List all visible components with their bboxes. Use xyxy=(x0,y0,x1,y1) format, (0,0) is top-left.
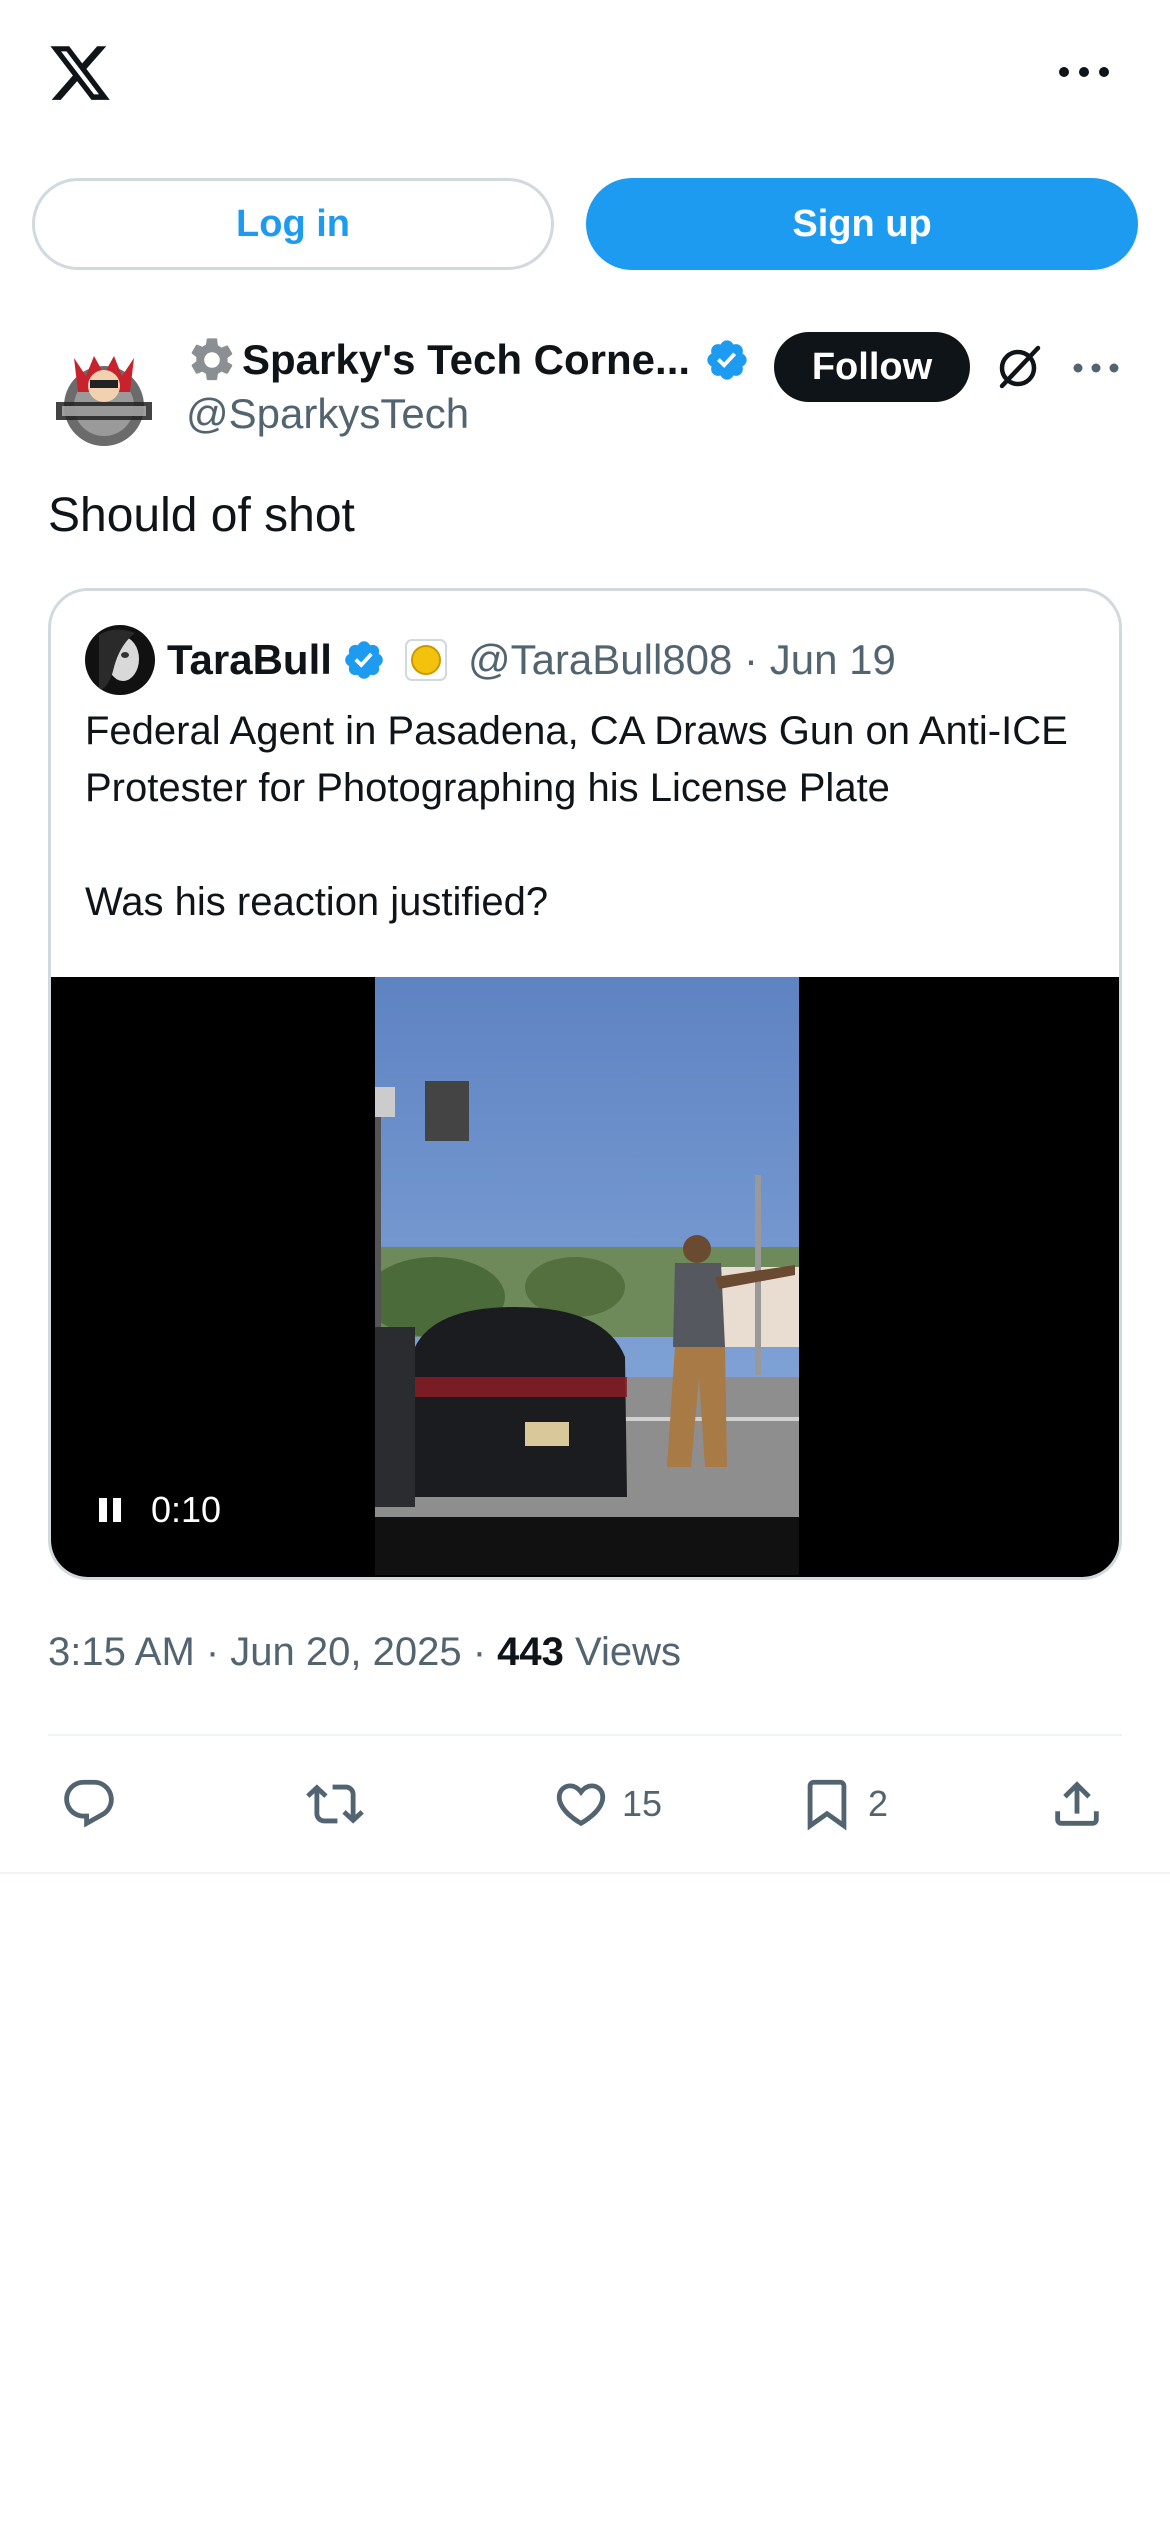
quoted-author-avatar[interactable] xyxy=(85,625,155,695)
action-bar: 15 2 xyxy=(0,1772,1170,1836)
post-more-icon[interactable] xyxy=(1072,356,1120,380)
video-player[interactable]: 0:10 xyxy=(51,977,1119,1577)
verified-badge-icon xyxy=(707,340,747,380)
affiliate-badge-icon xyxy=(404,639,447,681)
gear-icon xyxy=(191,338,233,381)
views-count: 443 xyxy=(497,1630,564,1674)
bookmark-count: 2 xyxy=(868,1783,889,1824)
pause-icon[interactable] xyxy=(97,1496,123,1524)
share-button[interactable] xyxy=(1048,1772,1106,1836)
divider xyxy=(48,1734,1122,1736)
quoted-author-name: TaraBull xyxy=(167,636,332,683)
quoted-author-handle: @TaraBull808 · Jun 19 xyxy=(467,636,896,683)
divider xyxy=(0,1872,1170,1874)
like-count: 15 xyxy=(622,1783,663,1824)
video-controls: 0:10 xyxy=(97,1489,221,1531)
author-handle[interactable]: @SparkysTech xyxy=(186,390,469,438)
quoted-text-line-1: Federal Agent in Pasadena, CA Draws Gun … xyxy=(85,709,1068,810)
author-avatar[interactable] xyxy=(46,336,162,452)
post-text: Should of shot xyxy=(48,489,355,542)
share-icon xyxy=(1055,1781,1099,1826)
verified-badge-icon xyxy=(345,641,383,679)
reply-button[interactable] xyxy=(60,1772,118,1836)
post-timestamp[interactable]: 3:15 AM · Jun 20, 2025 · xyxy=(48,1630,497,1674)
repost-icon xyxy=(306,1784,364,1824)
quoted-post-text: Federal Agent in Pasadena, CA Draws Gun … xyxy=(85,703,1095,931)
follow-button[interactable]: Follow xyxy=(774,332,970,402)
repost-button[interactable] xyxy=(306,1772,364,1836)
video-frame xyxy=(375,977,799,1575)
x-logo-icon[interactable] xyxy=(46,40,114,106)
grok-icon[interactable] xyxy=(996,342,1044,392)
login-button[interactable]: Log in xyxy=(32,178,554,270)
signup-button[interactable]: Sign up xyxy=(586,178,1138,270)
reply-icon xyxy=(64,1779,114,1828)
bookmark-icon xyxy=(807,1779,847,1831)
bookmark-button[interactable]: 2 xyxy=(798,1772,888,1836)
views-label: Views xyxy=(563,1630,682,1674)
video-time: 0:10 xyxy=(151,1489,222,1530)
author-display-name: Sparky's Tech Corne... xyxy=(242,336,691,383)
author-name-row[interactable]: Sparky's Tech Corne... xyxy=(186,330,750,390)
heart-icon xyxy=(556,1783,606,1827)
like-button[interactable]: 15 xyxy=(552,1772,662,1836)
post-meta: 3:15 AM · Jun 20, 2025 · 443 Views xyxy=(48,1630,681,1675)
top-bar xyxy=(0,0,1170,150)
quoted-author-row[interactable]: TaraBull @TaraBull808 · Jun 19 xyxy=(167,627,896,693)
quoted-post[interactable]: TaraBull @TaraBull808 · Jun 19 Federal A… xyxy=(48,588,1122,1580)
quoted-text-line-2: Was his reaction justified? xyxy=(85,880,549,924)
more-horizontal-icon[interactable] xyxy=(1056,56,1112,88)
